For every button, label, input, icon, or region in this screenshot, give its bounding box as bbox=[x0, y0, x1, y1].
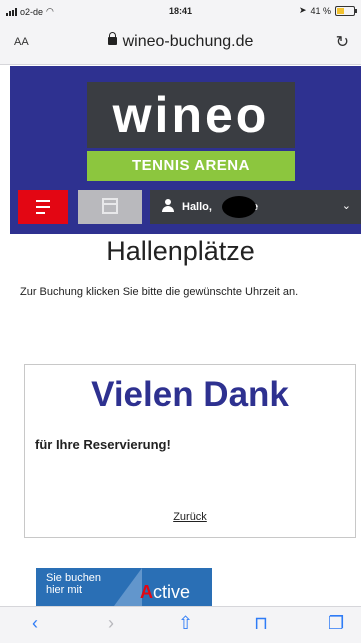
battery-level bbox=[337, 7, 344, 14]
location-icon: ➤ bbox=[298, 5, 307, 15]
page-title: Hallenplätze bbox=[106, 236, 255, 266]
reload-icon[interactable]: ↻ bbox=[336, 32, 349, 52]
bookmarks-icon[interactable]: ⊓ bbox=[254, 613, 268, 634]
logo-subtitle: TENNIS ARENA bbox=[87, 151, 295, 181]
banner-text: Sie buchen hier mit bbox=[46, 572, 102, 596]
chevron-down-icon[interactable]: ⌄ bbox=[342, 199, 351, 212]
browser-toolbar: ‹ › ⇧ ⊓ ❐ bbox=[0, 606, 361, 643]
share-icon[interactable]: ⇧ bbox=[178, 613, 193, 634]
battery-percent: 41 % bbox=[310, 5, 331, 16]
menu-icon-line bbox=[36, 212, 45, 214]
instruction-text: Zur Buchung klicken Sie bitte die gewüns… bbox=[20, 286, 299, 298]
banner-brand: Active bbox=[140, 582, 191, 602]
tabs-icon[interactable]: ❐ bbox=[328, 613, 344, 634]
battery-icon bbox=[335, 5, 357, 16]
thanks-heading: Vielen Dank bbox=[91, 375, 289, 414]
redacted-username bbox=[222, 196, 256, 218]
calendar-button[interactable] bbox=[78, 190, 142, 224]
banner-decoration bbox=[114, 568, 142, 606]
menu-icon-line bbox=[36, 200, 50, 202]
forward-arrow-icon[interactable]: › bbox=[108, 613, 114, 634]
menu-button[interactable] bbox=[18, 190, 68, 224]
site-header: wineo TENNIS ARENA Hallo,e ⌄ bbox=[10, 66, 361, 234]
logo[interactable]: wineo bbox=[87, 82, 295, 148]
lock-icon bbox=[107, 32, 117, 45]
back-arrow-icon[interactable]: ‹ bbox=[32, 613, 38, 634]
address-bar: AA wineo-buchung.de ↻ bbox=[0, 22, 361, 65]
active-banner[interactable]: Sie buchen hier mit Active bbox=[36, 568, 212, 606]
status-right: ➤ 41 % bbox=[298, 5, 357, 16]
back-link[interactable]: Zurück bbox=[25, 511, 355, 523]
menu-icon-line bbox=[36, 206, 50, 208]
confirmation-box: Vielen Dank für Ihre Reservierung! Zurüc… bbox=[24, 364, 356, 538]
url-field[interactable]: wineo-buchung.de bbox=[0, 32, 361, 51]
user-icon bbox=[162, 199, 174, 213]
user-menu[interactable]: Hallo,e ⌄ bbox=[150, 190, 361, 224]
url-text: wineo-buchung.de bbox=[122, 33, 254, 50]
status-bar: o2-de ◠ 18:41 ➤ 41 % bbox=[0, 0, 361, 22]
calendar-icon bbox=[102, 198, 118, 214]
thanks-subheading: für Ihre Reservierung! bbox=[35, 437, 171, 452]
